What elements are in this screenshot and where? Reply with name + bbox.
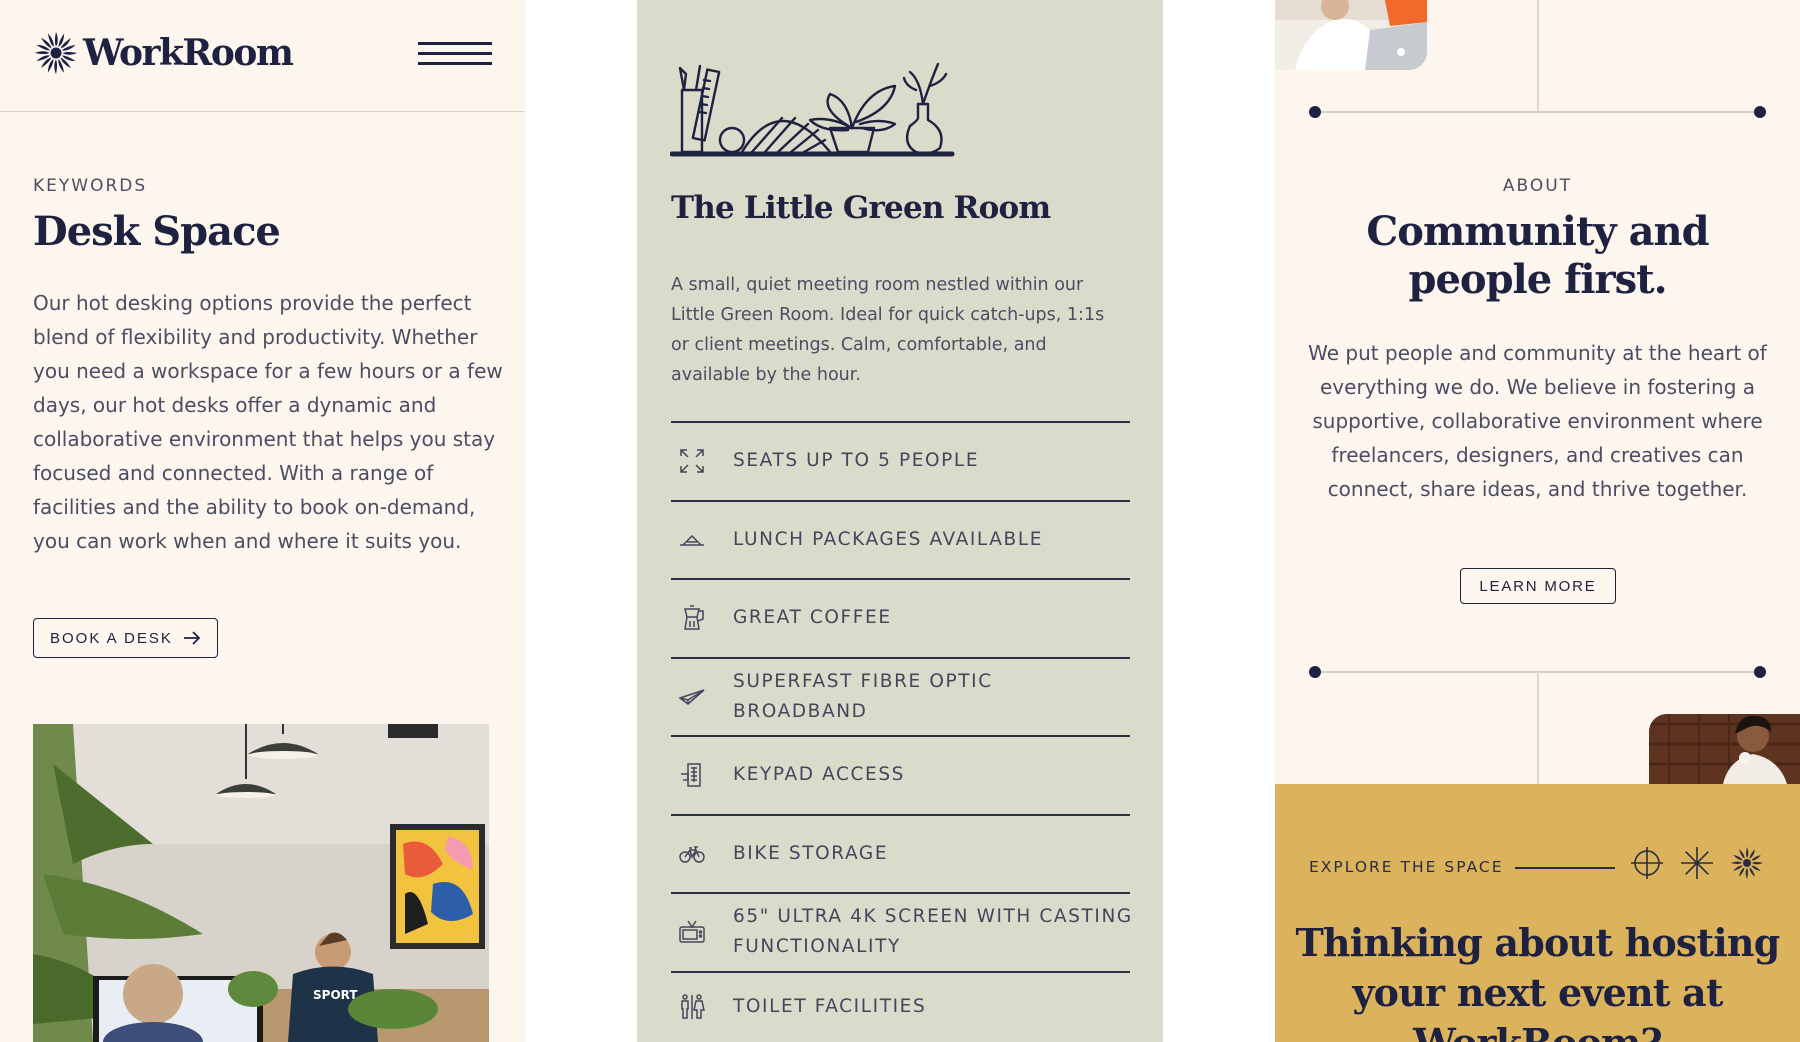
shelf-illustration <box>670 62 955 157</box>
menu-bar <box>418 62 492 65</box>
list-item: LUNCH PACKAGES AVAILABLE <box>671 499 1130 579</box>
coworking-photo: SPORT <box>33 724 489 1042</box>
crosshair-icon <box>1631 847 1663 879</box>
list-item: SEATS UP TO 5 PEOPLE <box>671 421 1130 500</box>
sunburst-logo-icon <box>34 31 78 75</box>
bike-icon <box>679 846 705 863</box>
explore-banner: EXPLORE THE SPACE Thinking about hosting… <box>1275 784 1800 1042</box>
list-item: TOILET FACILITIES <box>671 970 1130 1041</box>
amenity-label: SUPERFAST FIBRE OPTIC BROADBAND <box>733 670 993 722</box>
amenity-label: TOILET FACILITIES <box>733 995 927 1017</box>
logo[interactable]: WorkRoom <box>33 30 294 76</box>
svg-text:SPORT: SPORT <box>313 988 358 1002</box>
list-item: SUPERFAST FIBRE OPTIC BROADBAND <box>671 656 1130 736</box>
amenity-label: GREAT COFFEE <box>733 607 892 629</box>
hamburger-menu-button[interactable] <box>418 42 492 68</box>
book-desk-button[interactable]: BOOK A DESK <box>33 618 218 658</box>
expand-icon <box>680 449 704 473</box>
toilet-icon <box>681 993 705 1019</box>
section-title: Desk Space <box>33 208 281 255</box>
menu-bar <box>418 52 492 55</box>
section-body: Our hot desking options provide the perf… <box>33 291 503 553</box>
explore-title: Thinking about hosting your next event a… <box>1295 920 1780 1042</box>
explore-icons <box>1630 846 1764 880</box>
learn-more-label: LEARN MORE <box>1479 577 1597 595</box>
list-item: 65" ULTRA 4K SCREEN WITH CASTING FUNCTIO… <box>671 892 1133 971</box>
about-kicker: ABOUT <box>1502 176 1573 196</box>
list-item: GREAT COFFEE <box>671 578 1130 657</box>
amenity-label: SEATS UP TO 5 PEOPLE <box>733 450 980 472</box>
about-panel: ABOUT Community and people first. We put… <box>1275 0 1800 1042</box>
tv-icon <box>679 920 705 943</box>
cloche-icon <box>680 534 704 546</box>
laptop-photo <box>1275 0 1427 70</box>
section-kicker: KEYWORDS <box>33 176 148 196</box>
amenity-label: BIKE STORAGE <box>733 842 889 864</box>
little-green-room-panel: The Little Green Room A small, quiet mee… <box>637 0 1163 1042</box>
site-header: WorkRoom <box>0 0 525 112</box>
keypad-icon <box>681 763 701 787</box>
divider-dot <box>1754 666 1766 678</box>
asterisk-icon <box>1681 847 1713 879</box>
room-title: The Little Green Room <box>671 190 1051 226</box>
divider-dot <box>1754 106 1766 118</box>
menu-bar <box>418 42 492 45</box>
divider-vertical <box>1537 0 1539 112</box>
room-description: A small, quiet meeting room nestled with… <box>671 275 1105 385</box>
arrow-right-icon <box>183 631 201 645</box>
explore-kicker: EXPLORE THE SPACE <box>1309 858 1504 876</box>
divider-top <box>1315 111 1761 113</box>
amenity-label: KEYPAD ACCESS <box>733 764 906 786</box>
paper-plane-icon <box>679 689 705 705</box>
divider-vertical <box>1537 672 1539 784</box>
divider-dot <box>1309 106 1321 118</box>
desk-space-panel: WorkRoom KEYWORDS Desk Space Our hot des… <box>0 0 525 1042</box>
book-desk-label: BOOK A DESK <box>50 629 173 647</box>
learn-more-button[interactable]: LEARN MORE <box>1460 568 1616 604</box>
amenity-label: 65" ULTRA 4K SCREEN WITH CASTING FUNCTIO… <box>733 906 1133 958</box>
logo-wordmark: WorkRoom <box>83 32 294 74</box>
list-item: BIKE STORAGE <box>671 813 1130 893</box>
divider-dot <box>1309 666 1321 678</box>
coworker-photo <box>1649 714 1800 784</box>
about-title: Community and people first. <box>1366 208 1709 303</box>
explore-rule <box>1515 867 1615 869</box>
amenity-label: LUNCH PACKAGES AVAILABLE <box>733 528 1044 550</box>
sunburst-icon <box>1731 847 1763 879</box>
coffee-pot-icon <box>684 605 704 630</box>
list-item: KEYPAD ACCESS <box>671 735 1130 814</box>
about-body: We put people and community at the heart… <box>1308 341 1767 501</box>
amenities-list: SEATS UP TO 5 PEOPLE LUNCH PACKAGES AVAI… <box>671 421 1133 1041</box>
